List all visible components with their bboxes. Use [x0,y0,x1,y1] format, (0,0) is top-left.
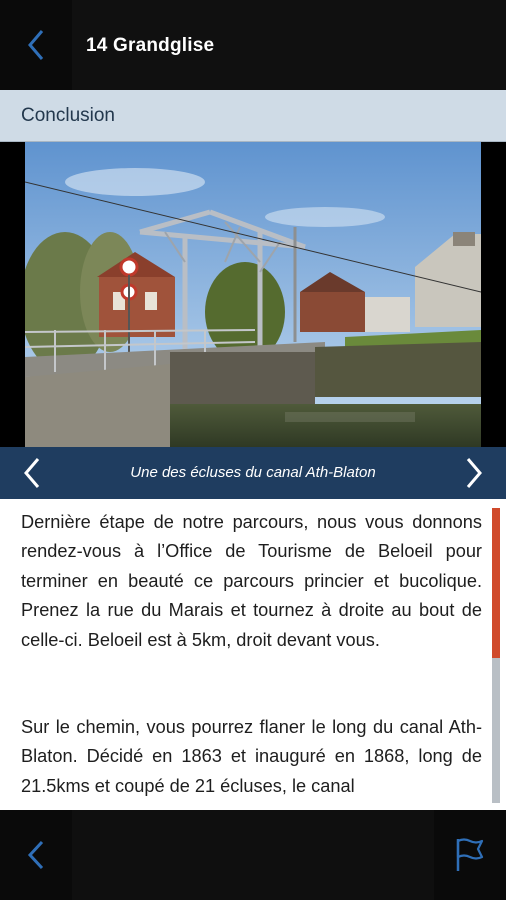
article-content[interactable]: Dernière étape de notre parcours, nous v… [0,499,506,810]
chevron-left-icon [28,30,44,60]
previous-image-button[interactable] [4,447,60,499]
app-header: 14 Grandglise [0,0,506,90]
caption-bar: Une des écluses du canal Ath-Blaton [0,447,506,499]
photo-gallery[interactable] [0,142,506,447]
previous-step-button[interactable] [0,810,72,900]
chevron-left-icon [24,458,40,488]
section-header: Conclusion [0,90,506,142]
section-title: Conclusion [21,105,115,126]
page-title: 14 Grandglise [86,35,215,56]
bottom-toolbar [0,810,506,900]
chevron-right-icon [466,458,482,488]
back-button[interactable] [0,0,72,90]
scrollbar-thumb[interactable] [492,508,500,658]
canal-lock-photo [25,142,481,447]
image-caption: Une des écluses du canal Ath-Blaton [130,464,376,481]
chevron-left-icon [27,840,44,870]
scrollbar[interactable] [492,508,500,803]
article-paragraph: Dernière étape de notre parcours, nous v… [21,512,482,650]
flag-icon [456,838,484,871]
next-image-button[interactable] [446,447,502,499]
article-paragraph: Sur le chemin, vous pourrez flaner le lo… [21,717,482,796]
finish-button[interactable] [434,810,506,900]
